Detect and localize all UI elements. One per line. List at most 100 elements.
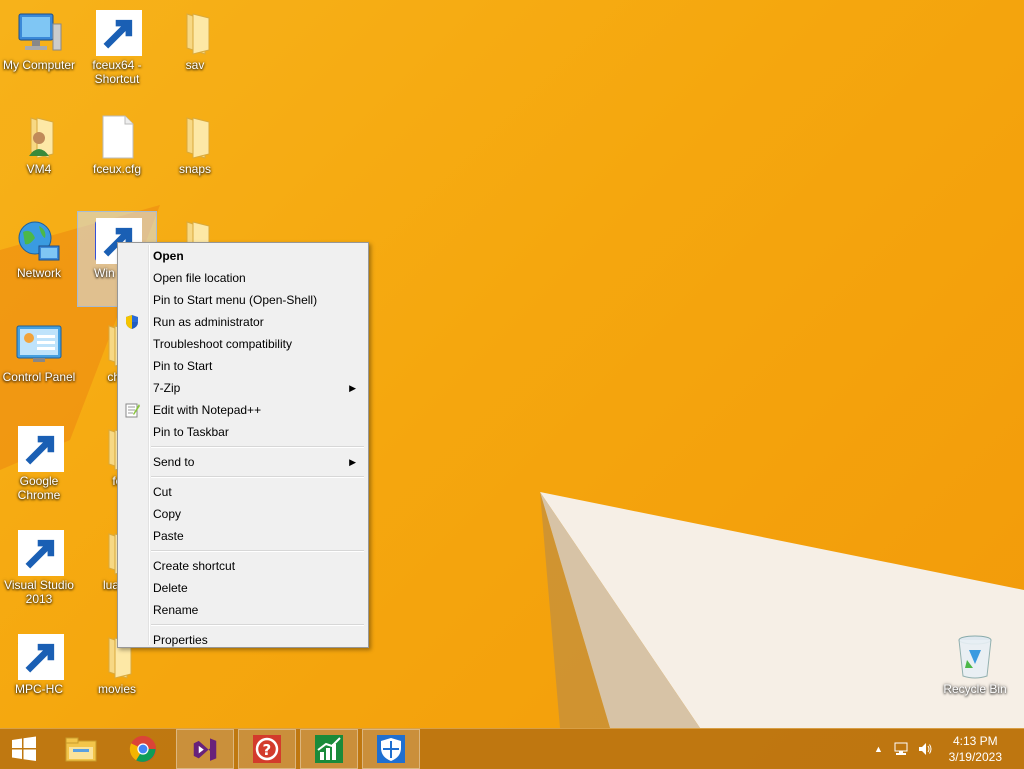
desktop-icon-label: Google Chrome	[17, 474, 61, 502]
folder-icon	[171, 114, 219, 160]
menu-item-label: Run as administrator	[153, 315, 264, 329]
desktop-icon-my-computer[interactable]: My Computer	[0, 4, 78, 98]
volume-icon[interactable]	[917, 741, 933, 757]
menu-item-label: Open file location	[153, 271, 246, 285]
menu-item-run-as-administrator[interactable]: Run as administrator	[120, 311, 366, 333]
desktop-icon-fceux64-shortcut[interactable]: FEUX fceux64 - Shortcut	[78, 4, 156, 98]
visual-studio-icon	[15, 530, 64, 576]
menu-item-open[interactable]: Open	[120, 245, 366, 267]
taskbar-file-explorer[interactable]	[52, 729, 110, 769]
show-hidden-icons-chevron-icon[interactable]: ▲	[874, 744, 883, 754]
menu-item-copy[interactable]: Copy	[120, 503, 366, 525]
menu-item-label: Cut	[153, 485, 172, 499]
desktop-icon-label: Control Panel	[2, 370, 76, 384]
desktop-icon-label: snaps	[178, 162, 212, 176]
menu-item-label: Delete	[153, 581, 188, 595]
notepad-plus-plus-icon	[125, 403, 140, 418]
desktop-icon-visual-studio-2013[interactable]: Visual Studio 2013	[0, 524, 78, 618]
desktop-icon-label: Network	[16, 266, 61, 280]
menu-item-label: Edit with Notepad++	[153, 403, 262, 417]
context-menu[interactable]: Open Open file location Pin to Start men…	[117, 242, 369, 648]
shortcut-arrow-icon	[96, 10, 142, 56]
uac-shield-icon	[126, 315, 138, 329]
shield-icon	[377, 735, 405, 763]
help-icon: ?	[253, 735, 281, 763]
menu-item-label: 7-Zip	[153, 381, 181, 395]
shortcut-arrow-icon	[18, 634, 64, 680]
network-status-icon[interactable]	[893, 741, 909, 757]
menu-separator	[151, 550, 364, 552]
menu-item-label: Troubleshoot compatibility	[153, 337, 292, 351]
menu-item-pin-to-start[interactable]: Pin to Start	[120, 355, 366, 377]
menu-item-delete[interactable]: Delete	[120, 577, 366, 599]
desktop-icon-label: Visual Studio 2013	[4, 578, 74, 606]
network-globe-icon	[15, 218, 63, 264]
windows-logo-icon	[12, 736, 36, 761]
submenu-arrow-icon: ▶	[349, 383, 356, 393]
menu-separator	[151, 624, 364, 626]
svg-text:?: ?	[263, 741, 272, 759]
menu-separator	[151, 446, 364, 448]
menu-item-open-file-location[interactable]: Open file location	[120, 267, 366, 289]
menu-item-7-zip[interactable]: 7-Zip ▶	[120, 377, 366, 399]
desktop-icon-label: movies	[97, 682, 136, 696]
menu-item-label: Open	[153, 249, 184, 263]
menu-item-label: Create shortcut	[153, 559, 236, 573]
desktop-icon-google-chrome[interactable]: Google Chrome	[0, 420, 78, 514]
taskbar-defender[interactable]	[362, 729, 420, 769]
menu-item-edit-with-notepad-plus-plus[interactable]: Edit with Notepad++	[120, 399, 366, 421]
shortcut-arrow-icon	[18, 530, 64, 576]
menu-item-properties[interactable]: Properties	[120, 629, 366, 651]
recycle-bin-icon	[951, 634, 999, 680]
chrome-icon	[129, 735, 157, 763]
desktop-icon-label: VM4	[26, 162, 52, 176]
clock-time: 4:13 PM	[952, 734, 998, 748]
desktop-icon-vm4[interactable]: VM4	[0, 108, 78, 202]
menu-item-pin-to-start-menu[interactable]: Pin to Start menu (Open-Shell)	[120, 289, 366, 311]
stock-chart-icon	[315, 735, 343, 763]
desktop-icon-recycle-bin[interactable]: Recycle Bin	[936, 628, 1014, 722]
file-explorer-icon	[65, 737, 97, 762]
desktop-icon-label: fceux.cfg	[92, 162, 142, 176]
taskbar-chrome[interactable]	[114, 729, 172, 769]
menu-item-rename[interactable]: Rename	[120, 599, 366, 621]
menu-item-label: Paste	[153, 529, 184, 543]
desktop[interactable]: My Computer FEUX fceux64 - Shortcut sav …	[0, 0, 1024, 728]
taskbar-help-app[interactable]: ?	[238, 729, 296, 769]
desktop-icon-sav[interactable]: sav	[156, 4, 234, 98]
computer-icon	[15, 10, 63, 56]
menu-item-label: Properties	[153, 633, 208, 647]
menu-item-label: Pin to Start	[153, 359, 213, 373]
menu-item-label: Pin to Taskbar	[153, 425, 229, 439]
desktop-icon-label: Recycle Bin	[943, 682, 1007, 696]
desktop-icon-snaps[interactable]: snaps	[156, 108, 234, 202]
menu-item-send-to[interactable]: Send to ▶	[120, 451, 366, 473]
desktop-icon-network[interactable]: Network	[0, 212, 78, 306]
taskbar-stocks-app[interactable]	[300, 729, 358, 769]
desktop-icon-label: fceux64 - Shortcut	[92, 58, 142, 86]
desktop-icon-mpc-hc[interactable]: 321 MPC-HC	[0, 628, 78, 722]
menu-item-pin-to-taskbar[interactable]: Pin to Taskbar	[120, 421, 366, 443]
system-tray: ▲	[874, 729, 933, 769]
desktop-icon-fceux-cfg[interactable]: fceux.cfg	[78, 108, 156, 202]
menu-separator	[151, 476, 364, 478]
menu-item-cut[interactable]: Cut	[120, 481, 366, 503]
menu-item-label: Pin to Start menu (Open-Shell)	[153, 293, 318, 307]
shortcut-arrow-icon	[18, 426, 64, 472]
menu-item-label: Send to	[153, 455, 195, 469]
menu-item-label: Copy	[153, 507, 182, 521]
clock-date: 3/19/2023	[948, 750, 1002, 764]
menu-item-paste[interactable]: Paste	[120, 525, 366, 547]
start-button[interactable]	[0, 729, 48, 769]
menu-item-troubleshoot-compatibility[interactable]: Troubleshoot compatibility	[120, 333, 366, 355]
desktop-icon-control-panel[interactable]: Control Panel	[0, 316, 78, 410]
clock[interactable]: 4:13 PM 3/19/2023	[949, 733, 1002, 765]
file-icon	[93, 114, 141, 160]
chrome-icon	[15, 426, 64, 472]
desktop-icon-label: sav	[185, 58, 205, 72]
visual-studio-icon	[193, 738, 217, 761]
user-folder-icon	[15, 114, 63, 160]
submenu-arrow-icon: ▶	[349, 457, 356, 467]
menu-item-create-shortcut[interactable]: Create shortcut	[120, 555, 366, 577]
taskbar-visual-studio[interactable]	[176, 729, 234, 769]
